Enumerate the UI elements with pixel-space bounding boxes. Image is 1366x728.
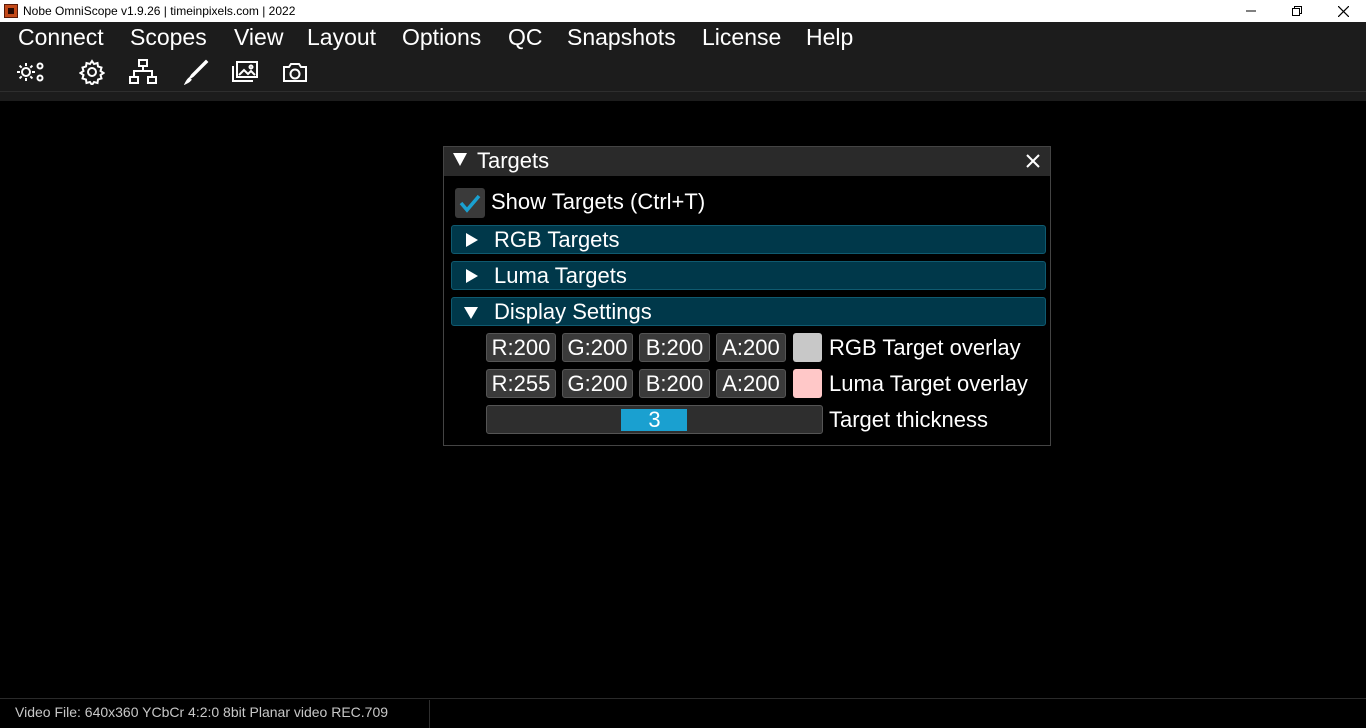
status-bar: Video File: 640x360 YCbCr 4:2:0 8bit Pla… <box>0 698 1366 728</box>
brush-icon <box>183 59 209 85</box>
section-luma-targets[interactable]: Luma Targets <box>451 261 1046 290</box>
toolbar <box>0 52 1366 101</box>
section-rgb-targets[interactable]: RGB Targets <box>451 225 1046 254</box>
slider-value: 3 <box>648 407 661 432</box>
settings-button[interactable] <box>75 57 109 87</box>
close-icon <box>1337 5 1349 17</box>
menu-view[interactable]: View <box>234 23 283 51</box>
collapse-arrow-icon <box>464 307 478 319</box>
gallery-icon <box>232 61 258 82</box>
restore-button[interactable] <box>1274 0 1320 22</box>
section-label: Luma Targets <box>494 263 627 288</box>
menu-help[interactable]: Help <box>806 23 853 51</box>
gears-icon <box>17 62 44 82</box>
menu-scopes[interactable]: Scopes <box>130 23 207 51</box>
close-window-button[interactable] <box>1320 0 1366 22</box>
show-targets-checkbox[interactable] <box>455 188 485 218</box>
connections-button[interactable] <box>126 57 160 87</box>
app-icon <box>4 4 18 18</box>
status-text: Video File: 640x360 YCbCr 4:2:0 8bit Pla… <box>15 704 389 720</box>
luma-overlay-b-field[interactable]: B:200 <box>639 369 710 398</box>
preferences-button[interactable] <box>14 57 48 87</box>
luma-overlay-color-swatch[interactable] <box>793 369 822 398</box>
menu-options[interactable]: Options <box>402 23 481 51</box>
rgb-overlay-a-field[interactable]: A:200 <box>716 333 786 362</box>
targets-panel: Targets Show Targets (Ctrl+T) RGB Target… <box>443 146 1051 446</box>
luma-overlay-label: Luma Target overlay <box>829 371 1028 396</box>
menu-layout[interactable]: Layout <box>307 23 376 51</box>
checkmark-icon <box>459 194 481 213</box>
snapshot-button[interactable] <box>278 57 312 87</box>
close-icon[interactable] <box>1024 152 1042 170</box>
panel-title: Targets <box>477 148 550 173</box>
section-label: RGB Targets <box>494 227 620 252</box>
toolbar-divider <box>0 91 1366 92</box>
rgb-overlay-b-field[interactable]: B:200 <box>639 333 710 362</box>
minimize-button[interactable] <box>1228 0 1274 22</box>
rgb-overlay-label: RGB Target overlay <box>829 335 1021 360</box>
section-label: Display Settings <box>494 299 652 324</box>
section-display-settings[interactable]: Display Settings <box>451 297 1046 326</box>
expand-arrow-icon <box>466 233 478 247</box>
luma-overlay-r-field[interactable]: R:255 <box>486 369 556 398</box>
rgb-overlay-color-swatch[interactable] <box>793 333 822 362</box>
title-bar: Nobe OmniScope v1.9.26 | timeinpixels.co… <box>0 0 1366 22</box>
collapse-arrow-icon[interactable] <box>453 153 467 166</box>
menu-connect[interactable]: Connect <box>18 23 104 51</box>
target-thickness-label: Target thickness <box>829 407 988 432</box>
gallery-button[interactable] <box>228 57 262 87</box>
rgb-overlay-g-field[interactable]: G:200 <box>562 333 633 362</box>
gear-icon <box>79 59 105 85</box>
menu-license[interactable]: License <box>702 23 781 51</box>
luma-overlay-a-field[interactable]: A:200 <box>716 369 786 398</box>
network-icon <box>129 59 157 84</box>
luma-overlay-g-field[interactable]: G:200 <box>562 369 633 398</box>
camera-icon <box>283 63 307 82</box>
target-thickness-slider[interactable]: 3 <box>486 405 823 434</box>
window-title: Nobe OmniScope v1.9.26 | timeinpixels.co… <box>23 4 296 18</box>
paint-button[interactable] <box>179 57 213 87</box>
rgb-overlay-r-field[interactable]: R:200 <box>486 333 556 362</box>
status-divider <box>429 700 430 728</box>
menu-qc[interactable]: QC <box>508 23 543 51</box>
minimize-icon <box>1246 10 1256 12</box>
expand-arrow-icon <box>466 269 478 283</box>
menu-bar: Connect Scopes View Layout Options QC Sn… <box>0 22 1366 52</box>
show-targets-label[interactable]: Show Targets (Ctrl+T) <box>491 188 705 216</box>
targets-panel-header[interactable]: Targets <box>444 147 1050 176</box>
restore-icon <box>1292 6 1302 16</box>
menu-snapshots[interactable]: Snapshots <box>567 23 676 51</box>
